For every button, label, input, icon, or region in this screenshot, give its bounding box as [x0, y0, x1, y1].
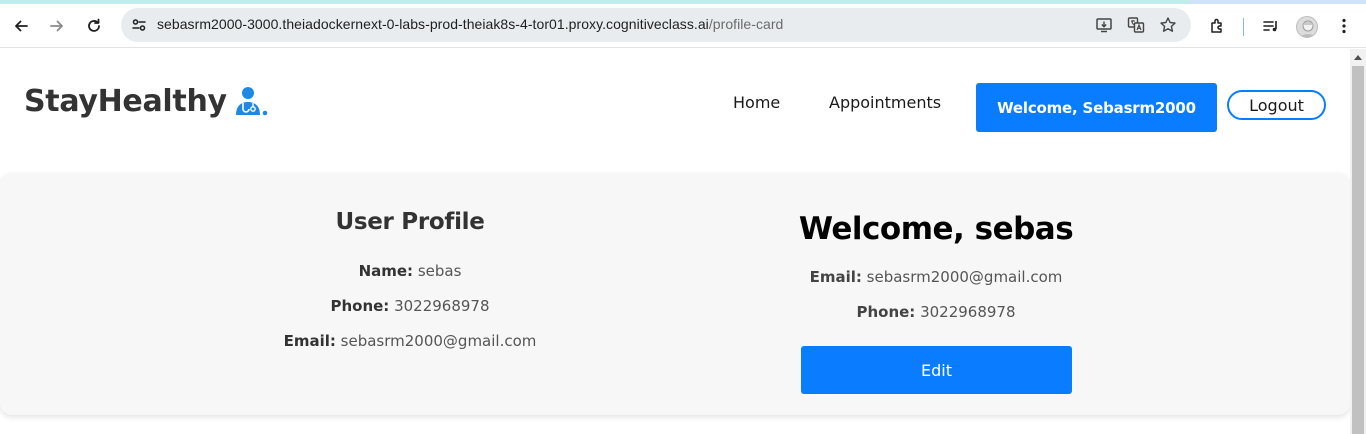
welcome-phone-value: 3022968978	[920, 303, 1016, 321]
reload-icon[interactable]	[80, 12, 108, 40]
doctor-icon	[233, 85, 269, 121]
welcome-email-label: Email:	[809, 268, 862, 286]
page-scrollbar[interactable]	[1350, 49, 1366, 434]
welcome-heading: Welcome, sebas	[798, 211, 1074, 247]
profile-avatar-icon[interactable]	[1296, 16, 1318, 38]
welcome-email-value: sebasrm2000@gmail.com	[866, 268, 1063, 286]
profile-email-value: sebasrm2000@gmail.com	[340, 332, 537, 350]
welcome-email-row: Email: sebasrm2000@gmail.com	[736, 268, 1136, 286]
install-app-icon[interactable]	[1092, 13, 1116, 37]
profile-name-label: Name:	[358, 262, 414, 280]
profile-section: User Profile Name: sebas Phone: 30229689…	[0, 173, 1350, 415]
welcome-phone-row: Phone: 3022968978	[736, 303, 1136, 321]
profile-email-label: Email:	[283, 332, 336, 350]
url-host: sebasrm2000-3000.theiadockernext-0-labs-…	[157, 16, 709, 32]
profile-phone-row: Phone: 3022968978	[180, 297, 640, 315]
welcome-phone-label: Phone:	[856, 303, 916, 321]
bookmark-star-icon[interactable]	[1156, 13, 1180, 37]
scrollbar-thumb[interactable]	[1352, 66, 1364, 434]
page-viewport: StayHealthy Home Appointments Welcome, S…	[0, 49, 1350, 434]
profile-phone-value: 3022968978	[394, 297, 490, 315]
profile-email-row: Email: sebasrm2000@gmail.com	[180, 332, 640, 350]
more-menu-icon[interactable]	[1330, 12, 1358, 40]
profile-name-row: Name: sebas	[180, 262, 640, 280]
nav-home-link[interactable]: Home	[733, 93, 780, 112]
welcome-user-button[interactable]: Welcome, Sebasrm2000	[976, 83, 1217, 132]
site-info-icon[interactable]	[127, 13, 151, 37]
profile-phone-label: Phone:	[330, 297, 390, 315]
edit-button[interactable]: Edit	[801, 346, 1072, 394]
back-icon[interactable]	[7, 12, 35, 40]
address-bar[interactable]: sebasrm2000-3000.theiadockernext-0-labs-…	[121, 8, 1191, 42]
scroll-up-arrow-icon[interactable]	[1354, 55, 1362, 60]
brand-name: StayHealthy	[24, 83, 227, 119]
forward-icon[interactable]	[43, 12, 71, 40]
profile-name-value: sebas	[417, 262, 462, 280]
reading-list-icon[interactable]	[1257, 12, 1285, 40]
brand[interactable]: StayHealthy	[24, 81, 269, 121]
toolbar-separator	[1243, 18, 1244, 36]
translate-icon[interactable]	[1124, 13, 1148, 37]
url-path: /profile-card	[708, 16, 784, 32]
profile-title: User Profile	[335, 209, 485, 235]
nav-appointments-link[interactable]: Appointments	[829, 93, 941, 112]
url-text[interactable]: sebasrm2000-3000.theiadockernext-0-labs-…	[157, 16, 783, 32]
browser-toolbar: sebasrm2000-3000.theiadockernext-0-labs-…	[0, 4, 1366, 48]
logout-button[interactable]: Logout	[1227, 90, 1326, 120]
extensions-icon[interactable]	[1204, 12, 1232, 40]
